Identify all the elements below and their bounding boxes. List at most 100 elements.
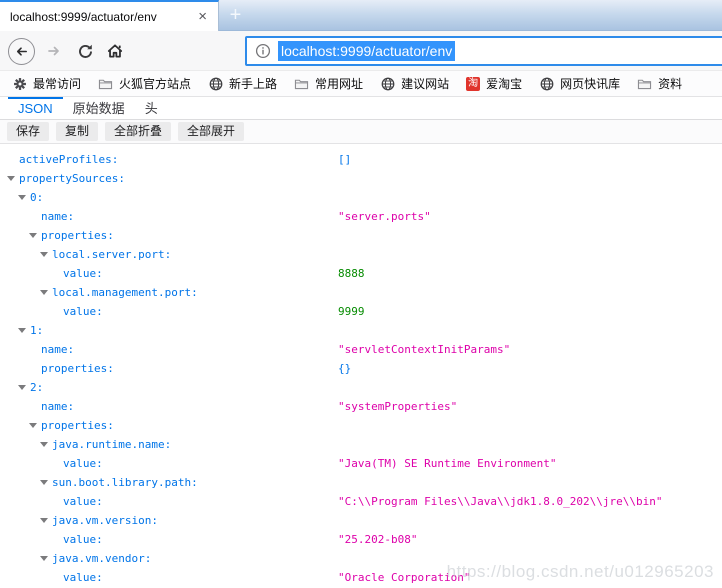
tree-row[interactable]: java.vm.version: bbox=[0, 511, 722, 530]
expand-arrow-icon[interactable] bbox=[40, 556, 48, 561]
back-arrow-icon bbox=[8, 38, 35, 65]
new-tab-button[interactable]: + bbox=[219, 0, 252, 30]
json-key: java.runtime.name: bbox=[52, 435, 171, 454]
json-viewer-toolbar: 保存复制全部折叠全部展开 bbox=[0, 120, 722, 144]
bookmark-item[interactable]: 网页快讯库 bbox=[539, 75, 620, 92]
back-button[interactable] bbox=[7, 31, 36, 71]
tree-row[interactable]: properties: bbox=[0, 226, 722, 245]
json-value: "systemProperties" bbox=[338, 397, 457, 416]
json-key: java.vm.vendor: bbox=[52, 549, 151, 568]
json-value: {} bbox=[338, 359, 351, 378]
json-key: properties: bbox=[41, 416, 114, 435]
json-key: name: bbox=[41, 207, 74, 226]
forward-arrow-icon bbox=[46, 43, 62, 59]
json-key: value: bbox=[63, 568, 103, 587]
home-icon bbox=[106, 42, 124, 60]
json-viewer-tabs: JSON原始数据头 bbox=[0, 97, 722, 120]
expand-arrow-icon[interactable] bbox=[40, 518, 48, 523]
json-value: "Java(TM) SE Runtime Environment" bbox=[338, 454, 557, 473]
expand-arrow-icon[interactable] bbox=[29, 423, 37, 428]
bookmark-item[interactable]: 新手上路 bbox=[208, 75, 277, 92]
viewer-tab-头[interactable]: 头 bbox=[135, 97, 168, 119]
folder-icon bbox=[637, 76, 652, 91]
expand-arrow-icon[interactable] bbox=[18, 195, 26, 200]
forward-button[interactable] bbox=[44, 31, 64, 71]
json-key: 0: bbox=[30, 188, 43, 207]
address-bar[interactable]: localhost:9999/actuator/env bbox=[245, 36, 722, 66]
expand-arrow-icon[interactable] bbox=[40, 442, 48, 447]
viewer-tab-原始数据[interactable]: 原始数据 bbox=[63, 97, 135, 119]
tree-row[interactable]: java.runtime.name: bbox=[0, 435, 722, 454]
tree-row[interactable]: local.management.port: bbox=[0, 283, 722, 302]
tree-row[interactable]: propertySources: bbox=[0, 169, 722, 188]
json-value: 8888 bbox=[338, 264, 365, 283]
json-key: local.server.port: bbox=[52, 245, 171, 264]
tree-row[interactable]: 2: bbox=[0, 378, 722, 397]
reload-icon bbox=[77, 43, 94, 60]
json-key: value: bbox=[63, 530, 103, 549]
expand-arrow-icon[interactable] bbox=[40, 480, 48, 485]
tree-row[interactable]: local.server.port: bbox=[0, 245, 722, 264]
browser-tab[interactable]: localhost:9999/actuator/env × bbox=[0, 0, 219, 31]
info-icon[interactable] bbox=[255, 43, 271, 59]
expand-arrow-icon[interactable] bbox=[29, 233, 37, 238]
json-key: propertySources: bbox=[19, 169, 125, 188]
bookmark-item[interactable]: 火狐官方站点 bbox=[98, 75, 191, 92]
taobao-icon: 淘 bbox=[466, 77, 480, 91]
expand-arrow-icon[interactable] bbox=[40, 290, 48, 295]
globe-icon bbox=[208, 76, 223, 91]
tree-row[interactable]: 0: bbox=[0, 188, 722, 207]
json-tree: activeProfiles:[]propertySources:0:name:… bbox=[0, 144, 722, 587]
close-icon[interactable]: × bbox=[195, 9, 210, 24]
url-text[interactable]: localhost:9999/actuator/env bbox=[278, 41, 455, 61]
tree-row[interactable]: value: 9999 bbox=[0, 302, 722, 321]
folder-icon bbox=[294, 76, 309, 91]
tree-row[interactable]: properties:{} bbox=[0, 359, 722, 378]
bookmark-item[interactable]: 资料 bbox=[637, 75, 682, 92]
bookmark-item[interactable]: 常用网址 bbox=[294, 75, 363, 92]
json-key: java.vm.version: bbox=[52, 511, 158, 530]
watermark: https://blog.csdn.net/u012965203 bbox=[447, 562, 714, 582]
tree-row[interactable]: name:"systemProperties" bbox=[0, 397, 722, 416]
expand-arrow-icon[interactable] bbox=[7, 176, 15, 181]
bookmark-item[interactable]: 建议网站 bbox=[380, 75, 449, 92]
tree-row[interactable]: value:"Java(TM) SE Runtime Environment" bbox=[0, 454, 722, 473]
toolbar-button-3[interactable]: 全部展开 bbox=[178, 122, 244, 141]
gear-icon bbox=[12, 76, 27, 91]
bookmark-label: 新手上路 bbox=[229, 75, 277, 92]
toolbar-button-1[interactable]: 复制 bbox=[56, 122, 98, 141]
json-key: value: bbox=[63, 302, 103, 321]
json-value: "server.ports" bbox=[338, 207, 431, 226]
toolbar-button-2[interactable]: 全部折叠 bbox=[105, 122, 171, 141]
tree-row[interactable]: activeProfiles:[] bbox=[0, 150, 722, 169]
json-key: name: bbox=[41, 340, 74, 359]
bookmark-item[interactable]: 淘爱淘宝 bbox=[466, 75, 522, 92]
json-key: value: bbox=[63, 492, 103, 511]
json-key: sun.boot.library.path: bbox=[52, 473, 198, 492]
bookmark-label: 网页快讯库 bbox=[560, 75, 620, 92]
bookmark-label: 常用网址 bbox=[315, 75, 363, 92]
toolbar-button-0[interactable]: 保存 bbox=[7, 122, 49, 141]
tree-row[interactable]: sun.boot.library.path: bbox=[0, 473, 722, 492]
bookmark-item[interactable]: 最常访问 bbox=[12, 75, 81, 92]
expand-arrow-icon[interactable] bbox=[18, 385, 26, 390]
expand-arrow-icon[interactable] bbox=[40, 252, 48, 257]
navigation-toolbar: localhost:9999/actuator/env bbox=[0, 31, 722, 71]
viewer-tab-json[interactable]: JSON bbox=[8, 97, 63, 119]
tree-row[interactable]: name:"servletContextInitParams" bbox=[0, 340, 722, 359]
tree-row[interactable]: value:"C:\\Program Files\\Java\\jdk1.8.0… bbox=[0, 492, 722, 511]
reload-button[interactable] bbox=[74, 31, 96, 71]
bookmark-label: 火狐官方站点 bbox=[119, 75, 191, 92]
tab-bar: localhost:9999/actuator/env × + bbox=[0, 0, 722, 31]
json-value: "25.202-b08" bbox=[338, 530, 417, 549]
bookmark-label: 最常访问 bbox=[33, 75, 81, 92]
expand-arrow-icon[interactable] bbox=[18, 328, 26, 333]
tree-row[interactable]: 1: bbox=[0, 321, 722, 340]
tree-row[interactable]: value: "25.202-b08" bbox=[0, 530, 722, 549]
tree-row[interactable]: properties: bbox=[0, 416, 722, 435]
tree-row[interactable]: name: "server.ports" bbox=[0, 207, 722, 226]
home-button[interactable] bbox=[104, 31, 126, 71]
folder-icon bbox=[98, 76, 113, 91]
json-value: 9999 bbox=[338, 302, 365, 321]
tree-row[interactable]: value:8888 bbox=[0, 264, 722, 283]
